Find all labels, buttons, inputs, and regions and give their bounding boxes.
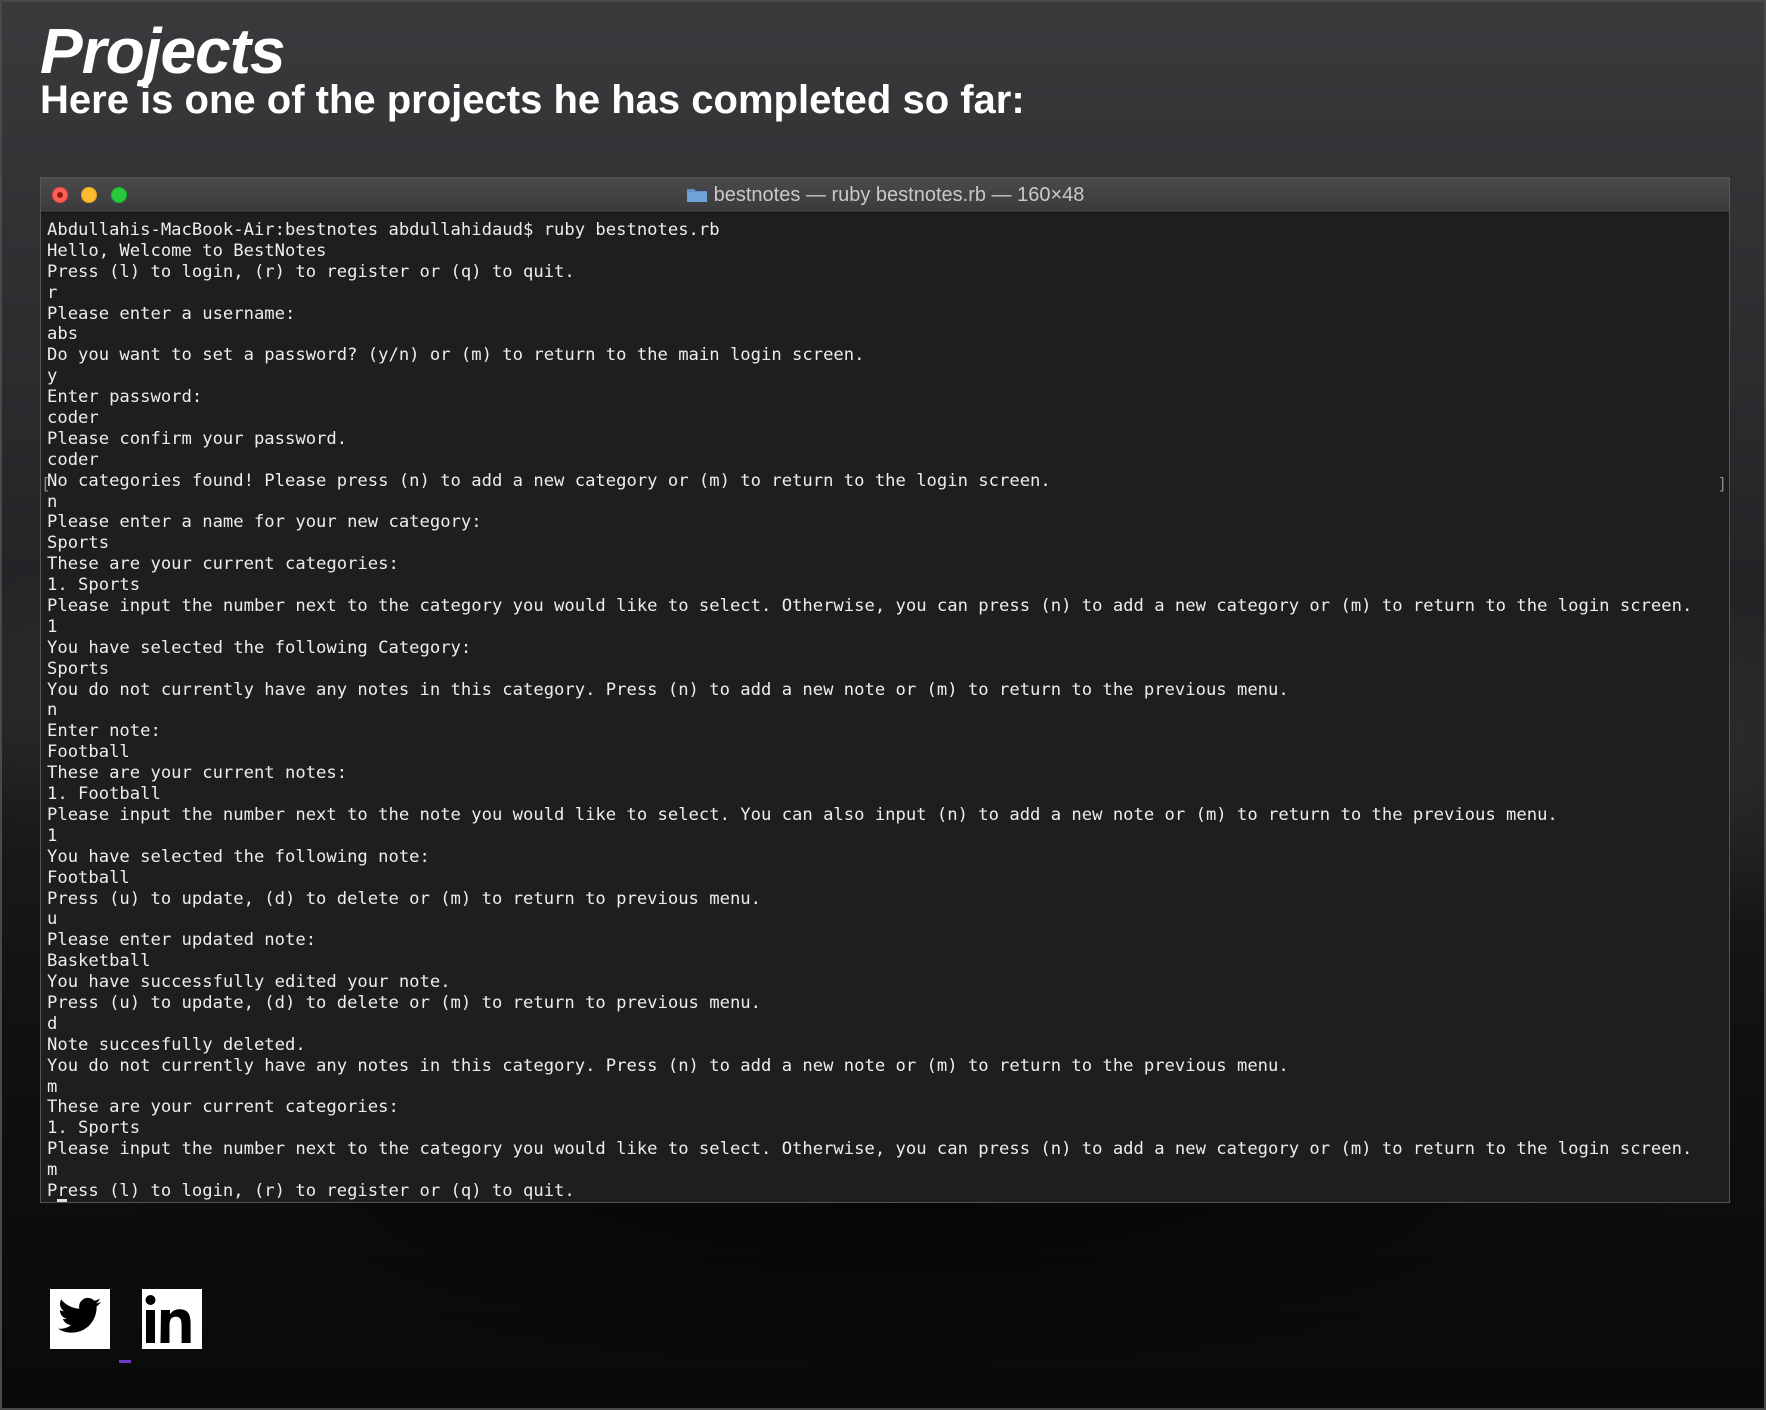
terminal-line: n	[47, 700, 58, 721]
terminal-line: 1. Football	[47, 784, 161, 805]
terminal-line: Press (l) to login, (r) to register or (…	[47, 261, 575, 282]
focus-indicator	[119, 1360, 131, 1363]
terminal-line: Please confirm your password.	[47, 428, 348, 449]
terminal-line: u	[47, 909, 58, 930]
terminal-line: You have selected the following note:	[47, 846, 430, 867]
terminal-line: Please input the number next to the cate…	[47, 596, 1693, 617]
terminal-line: r	[47, 282, 58, 303]
terminal-line: Sports	[47, 658, 110, 679]
selection-bracket-right: ]	[1717, 474, 1727, 493]
terminal-cursor	[57, 1199, 67, 1202]
terminal-output[interactable]: Abdullahis-MacBook-Air:bestnotes abdulla…	[41, 213, 1729, 1202]
terminal-line: Note succesfully deleted.	[47, 1034, 306, 1055]
linkedin-link[interactable]	[141, 1288, 203, 1355]
page-subtitle: Here is one of the projects he has compl…	[40, 78, 1025, 122]
terminal-line: These are your current categories:	[47, 1097, 399, 1118]
terminal-line: 1. Sports	[47, 1118, 141, 1139]
terminal-line: m	[47, 1076, 58, 1097]
terminal-line: 1	[47, 825, 58, 846]
terminal-line: These are your current notes:	[47, 763, 348, 784]
terminal-line: Do you want to set a password? (y/n) or …	[47, 345, 865, 366]
terminal-line: Abdullahis-MacBook-Air:bestnotes abdulla…	[47, 220, 720, 240]
terminal-line: Press (l) to login, (r) to register or (…	[47, 1180, 575, 1201]
twitter-link[interactable]	[49, 1288, 111, 1355]
terminal-titlebar[interactable]: bestnotes — ruby bestnotes.rb — 160×48	[41, 178, 1729, 213]
page-title: Projects	[40, 15, 286, 87]
window-title-text: bestnotes — ruby bestnotes.rb — 160×48	[713, 184, 1085, 206]
terminal-line: Football	[47, 742, 130, 763]
terminal-line: Please input the number next to the cate…	[47, 1139, 1693, 1160]
terminal-line: Please enter a name for your new categor…	[47, 512, 482, 533]
linkedin-icon	[142, 1289, 202, 1349]
terminal-line: Basketball	[47, 951, 151, 972]
window-title: bestnotes — ruby bestnotes.rb — 160×48	[41, 184, 1729, 207]
terminal-window[interactable]: bestnotes — ruby bestnotes.rb — 160×48 […	[40, 177, 1730, 1203]
terminal-line: Press (u) to update, (d) to delete or (m…	[47, 888, 761, 909]
terminal-line: You do not currently have any notes in t…	[47, 679, 1289, 700]
terminal-line: Enter password:	[47, 387, 203, 408]
terminal-line: Please enter updated note:	[47, 930, 317, 951]
terminal-line: No categories found! Please press (n) to…	[47, 470, 1051, 491]
terminal-line: You have selected the following Category…	[47, 637, 472, 658]
twitter-icon	[50, 1289, 110, 1349]
terminal-line: Football	[47, 867, 130, 888]
terminal-line: You do not currently have any notes in t…	[47, 1055, 1289, 1076]
terminal-line: Please input the number next to the note…	[47, 804, 1558, 825]
terminal-line: m	[47, 1160, 58, 1181]
terminal-line: 1	[47, 616, 58, 637]
terminal-line: coder	[47, 449, 99, 470]
terminal-line: 1. Sports	[47, 575, 141, 596]
folder-icon	[686, 186, 708, 202]
terminal-line: These are your current categories:	[47, 554, 399, 575]
terminal-line: Press (u) to update, (d) to delete or (m…	[47, 992, 761, 1013]
terminal-line: coder	[47, 408, 99, 429]
terminal-line: n	[47, 491, 58, 512]
terminal-line: Sports	[47, 533, 110, 554]
terminal-line: d	[47, 1013, 58, 1034]
terminal-line: abs	[47, 324, 79, 345]
terminal-line: Please enter a username:	[47, 303, 296, 324]
selection-bracket-left: [	[41, 474, 51, 493]
terminal-line: You have successfully edited your note.	[47, 972, 451, 993]
terminal-line: Hello, Welcome to BestNotes	[47, 240, 327, 261]
terminal-line: y	[47, 366, 58, 387]
terminal-line: Enter note:	[47, 721, 161, 742]
